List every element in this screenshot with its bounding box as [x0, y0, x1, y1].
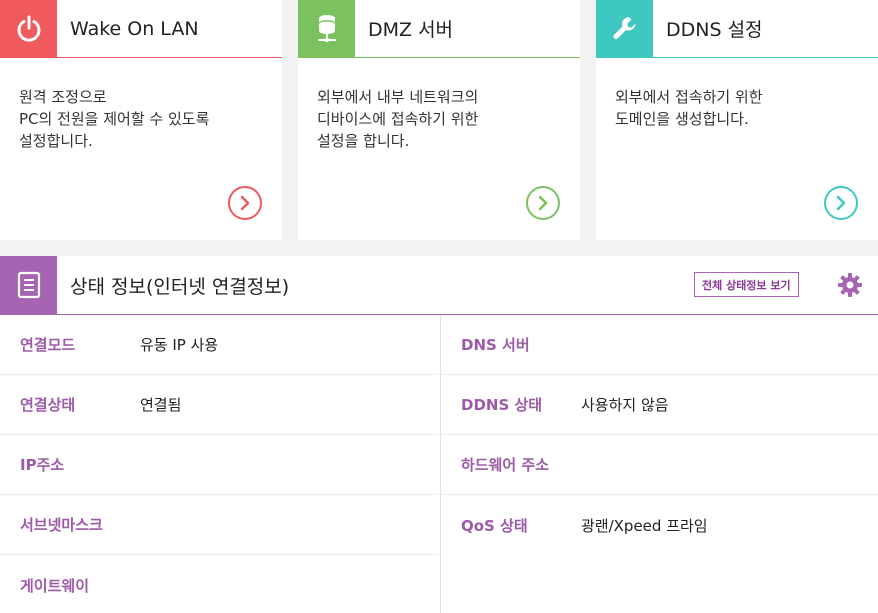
dmz-server-go-button[interactable] [526, 186, 560, 220]
dmz-server-card: DMZ 서버 외부에서 내부 네트워크의 디바이스에 접속하기 위한 설정을 합… [298, 0, 580, 240]
status-row-connection-state: 연결상태 연결됨 [0, 375, 439, 435]
status-title: 상태 정보(인터넷 연결정보) [70, 275, 290, 298]
card-description: 외부에서 내부 네트워크의 디바이스에 접속하기 위한 설정을 합니다. [317, 88, 479, 150]
status-row-gateway: 게이트웨이 [0, 555, 439, 613]
status-header: 상태 정보(인터넷 연결정보) 전체 상태정보 보기 [0, 256, 878, 315]
gear-icon[interactable] [837, 272, 863, 298]
status-row-hardware-address: 하드웨어 주소 [441, 435, 878, 495]
row-label: DNS 서버 [461, 336, 530, 354]
status-info-panel: 상태 정보(인터넷 연결정보) 전체 상태정보 보기 연결모드 유동 IP 사용 [0, 256, 878, 613]
row-label: 게이트웨이 [20, 576, 90, 595]
row-label: 서브넷마스크 [20, 516, 103, 534]
row-value: 사용하지 않음 [581, 396, 669, 414]
card-description: 원격 조정으로 PC의 전원을 제어할 수 있도록 설정합니다. [19, 88, 210, 150]
status-row-ip-address: IP주소 [0, 435, 439, 495]
view-all-status-button[interactable]: 전체 상태정보 보기 [694, 272, 799, 297]
status-row-subnet-mask: 서브넷마스크 [0, 495, 439, 555]
database-server-icon [298, 0, 355, 58]
card-header: DMZ 서버 [298, 0, 580, 58]
power-icon [0, 0, 57, 58]
wrench-icon [596, 0, 653, 58]
card-description: 외부에서 접속하기 위한 도메인을 생성합니다. [615, 88, 763, 128]
status-column-left: 연결모드 유동 IP 사용 연결상태 연결됨 IP주소 서브넷마스크 게이트웨이 [0, 315, 439, 613]
wake-on-lan-go-button[interactable] [228, 186, 262, 220]
chevron-right-icon [836, 195, 846, 211]
chevron-right-icon [240, 195, 250, 211]
row-label: 연결상태 [20, 396, 76, 414]
card-title: Wake On LAN [70, 17, 199, 40]
status-row-connection-mode: 연결모드 유동 IP 사용 [0, 315, 439, 375]
card-header: Wake On LAN [0, 0, 282, 58]
status-row-qos-state: QoS 상태 광랜/Xpeed 프라임 [441, 495, 878, 555]
wake-on-lan-card: Wake On LAN 원격 조정으로 PC의 전원을 제어할 수 있도록 설정… [0, 0, 282, 240]
row-value: 광랜/Xpeed 프라임 [581, 516, 708, 535]
chevron-right-icon [538, 195, 548, 211]
ddns-settings-go-button[interactable] [824, 186, 858, 220]
row-label: IP주소 [20, 456, 65, 474]
card-title: DMZ 서버 [368, 19, 454, 41]
ddns-settings-card: DDNS 설정 외부에서 접속하기 위한 도메인을 생성합니다. [596, 0, 878, 240]
status-row-dns-server: DNS 서버 [441, 315, 878, 375]
row-value: 연결됨 [140, 396, 182, 414]
row-label: DDNS 상태 [461, 396, 543, 414]
row-label: 연결모드 [20, 336, 76, 354]
status-grid: 연결모드 유동 IP 사용 연결상태 연결됨 IP주소 서브넷마스크 게이트웨이 [0, 315, 878, 613]
row-value: 유동 IP 사용 [140, 336, 219, 354]
document-list-icon [0, 256, 57, 314]
status-column-right: DNS 서버 DDNS 상태 사용하지 않음 하드웨어 주소 QoS 상태 광랜… [440, 315, 878, 613]
status-row-ddns-state: DDNS 상태 사용하지 않음 [441, 375, 878, 435]
card-title: DDNS 설정 [666, 19, 763, 41]
card-header: DDNS 설정 [596, 0, 878, 58]
row-label: QoS 상태 [461, 516, 528, 535]
row-label: 하드웨어 주소 [461, 456, 550, 474]
